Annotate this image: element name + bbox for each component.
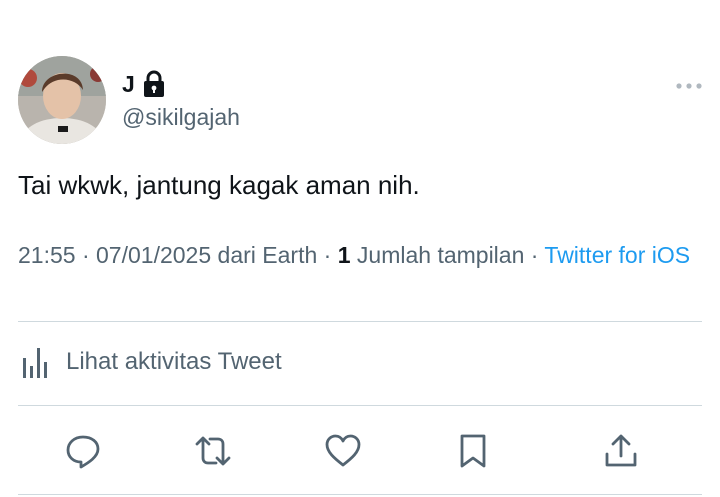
view-count: 1 [337,242,351,268]
lock-icon [141,70,167,98]
avatar[interactable] [18,56,106,144]
avatar-image [18,56,106,144]
meta-separator: · [530,242,539,268]
tweet-activity-label: Lihat aktivitas Tweet [66,348,282,375]
tweet-action-bar [56,428,656,474]
bar-chart-icon [18,344,54,380]
view-label: Jumlah tampilan [356,242,525,268]
more-dots-icon[interactable] [676,78,702,89]
author-name-row[interactable]: J [122,70,167,98]
tweet-location: Earth [262,242,318,268]
like-button[interactable] [320,428,366,474]
bookmark-icon [460,434,486,468]
tweet-text: Tai wkwk, jantung kagak aman nih. [18,170,420,200]
divider [18,494,702,495]
tweet-activity-button[interactable]: Lihat aktivitas Tweet [18,344,282,380]
retweet-icon [195,436,231,466]
bookmark-button[interactable] [450,428,496,474]
tweet-meta: 21:55 · 07/01/2025 dari Earth · 1 Jumlah… [18,240,698,271]
tweet-time[interactable]: 21:55 [18,242,76,268]
meta-separator: · [81,242,90,268]
heart-icon [325,434,361,467]
location-prefix: dari [217,242,256,268]
divider [18,405,702,406]
user-handle[interactable]: @sikilgajah [122,104,240,131]
tweet-source-link[interactable]: Twitter for iOS [544,242,690,268]
share-button[interactable] [598,428,644,474]
retweet-button[interactable] [190,428,236,474]
reply-button[interactable] [60,428,106,474]
share-icon [605,434,637,467]
tweet-date[interactable]: 07/01/2025 [96,242,211,268]
divider [18,321,702,322]
display-name[interactable]: J [122,71,135,98]
meta-separator: · [323,242,332,268]
reply-icon [66,435,100,469]
